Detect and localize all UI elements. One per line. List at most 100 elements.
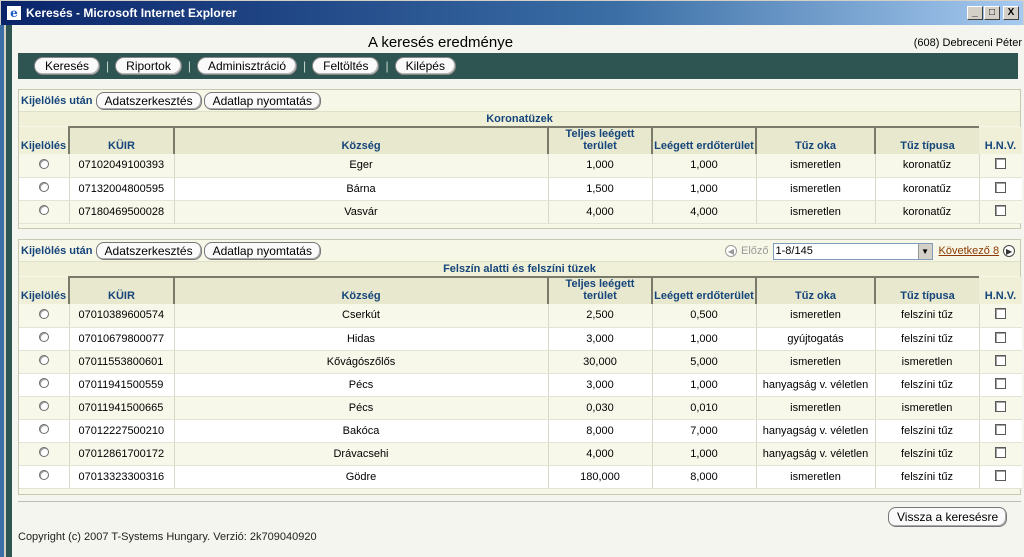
- row-select-radio[interactable]: [38, 308, 49, 319]
- cell-kozseg: Vasvár: [173, 200, 548, 224]
- cell-kuir: 07010389600574: [68, 304, 174, 328]
- cell-erdo: 5,000: [651, 350, 756, 374]
- cell-kozseg: Cserkút: [173, 304, 548, 328]
- felszini-panel: Kijelölés után Adatszerkesztés Adatlap n…: [18, 239, 1022, 495]
- row-select-radio[interactable]: [38, 332, 49, 342]
- nav-kilepes[interactable]: Kilépés: [394, 57, 456, 75]
- minimize-button[interactable]: _: [967, 6, 983, 20]
- cell-erdo: 0,500: [651, 304, 756, 328]
- hnv-checkbox[interactable]: [995, 377, 1007, 389]
- col-header-tipus[interactable]: Tűz típusa: [874, 126, 979, 154]
- cell-ok: gyújtogatás: [755, 327, 875, 351]
- nav-riportok[interactable]: Riportok: [115, 57, 182, 75]
- maximize-button[interactable]: □: [984, 6, 1000, 20]
- hnv-checkbox[interactable]: [995, 158, 1007, 170]
- cell-kozseg: Bakóca: [173, 419, 548, 443]
- hnv-cell: [978, 200, 1022, 224]
- hnv-checkbox[interactable]: [995, 181, 1007, 193]
- cell-terulet: 0,030: [547, 396, 652, 420]
- row-select-radio[interactable]: [38, 447, 49, 457]
- cell-tipus: felszíni tűz: [874, 465, 979, 489]
- row-select-radio[interactable]: [38, 424, 49, 434]
- hnv-checkbox[interactable]: [995, 469, 1007, 481]
- toolbar: Kijelölés után Adatszerkesztés Adatlap n…: [19, 240, 1020, 262]
- section-title: Koronatüzek: [19, 112, 1020, 126]
- next-page-icon[interactable]: ▶: [1003, 245, 1016, 257]
- cell-tipus: koronatűz: [874, 200, 979, 224]
- felszini-table: Kijelölés KÜIR Község Teljes leégett ter…: [19, 276, 1022, 489]
- nav-kereses[interactable]: Keresés: [34, 57, 101, 75]
- edit-data-button[interactable]: Adatszerkesztés: [95, 241, 202, 260]
- cell-kuir: 07132004800595: [68, 177, 174, 201]
- col-header-ok[interactable]: Tűz oka: [755, 126, 875, 154]
- col-header-hnv: H.N.V.: [979, 127, 1022, 154]
- hnv-checkbox[interactable]: [995, 204, 1007, 216]
- hnv-cell: [978, 396, 1022, 420]
- close-button[interactable]: X: [1003, 6, 1019, 20]
- cell-erdo: 4,000: [651, 200, 756, 224]
- row-select-radio[interactable]: [38, 205, 49, 215]
- cell-kuir: 07011941500665: [68, 396, 174, 420]
- select-cell: [19, 396, 69, 420]
- row-select-radio[interactable]: [38, 158, 49, 169]
- table-row: 07102049100393 Eger 1,000 1,000 ismeretlen ko…: [19, 154, 1022, 178]
- col-header-erdo[interactable]: Leégett erdőterület: [651, 276, 756, 304]
- cell-kuir: 07010679800077: [68, 327, 174, 351]
- hnv-checkbox[interactable]: [995, 354, 1007, 366]
- row-select-radio[interactable]: [38, 355, 49, 365]
- row-select-radio[interactable]: [38, 401, 49, 411]
- back-to-search-button[interactable]: Vissza a keresésre: [888, 507, 1008, 527]
- prev-page-link: Előző: [741, 245, 769, 257]
- col-header-terulet[interactable]: Teljes leégett terület: [547, 126, 652, 154]
- cell-kozseg: Eger: [173, 154, 548, 178]
- cell-kozseg: Kővágószőlős: [173, 350, 548, 374]
- nav-adminisztracio[interactable]: Adminisztráció: [196, 57, 297, 75]
- page-range-select[interactable]: 1-8/145 ▼: [772, 242, 933, 260]
- cell-terulet: 1,500: [547, 177, 652, 201]
- row-select-radio[interactable]: [38, 470, 49, 480]
- hnv-checkbox[interactable]: [995, 400, 1007, 412]
- cell-ok: ismeretlen: [755, 154, 875, 178]
- hnv-checkbox[interactable]: [995, 423, 1007, 435]
- hnv-checkbox[interactable]: [995, 308, 1007, 320]
- cell-erdo: 7,000: [651, 419, 756, 443]
- user-name: (608) Debreceni Péter: [913, 37, 1022, 49]
- edit-data-button[interactable]: Adatszerkesztés: [95, 91, 202, 110]
- row-select-radio[interactable]: [38, 182, 49, 192]
- cell-kuir: 07012861700172: [68, 442, 174, 466]
- hnv-checkbox[interactable]: [995, 331, 1007, 343]
- row-select-radio[interactable]: [38, 378, 49, 388]
- col-header-kozseg[interactable]: Község: [173, 126, 548, 154]
- hnv-cell: [978, 327, 1022, 351]
- table-row: 07012861700172 Drávacsehi 4,000 1,000 hanyag…: [19, 442, 1022, 466]
- hnv-checkbox[interactable]: [995, 446, 1007, 458]
- cell-kozseg: Gödre: [173, 465, 548, 489]
- col-header-ok[interactable]: Tűz oka: [755, 276, 875, 304]
- cell-terulet: 3,000: [547, 327, 652, 351]
- hnv-cell: [978, 373, 1022, 397]
- select-cell: [19, 419, 69, 443]
- col-header-kozseg[interactable]: Község: [173, 276, 548, 304]
- divider: [18, 501, 1021, 502]
- cell-erdo: 0,010: [651, 396, 756, 420]
- col-header-kuir[interactable]: KÜIR: [68, 126, 174, 154]
- select-cell: [19, 200, 69, 224]
- nav-separator: |: [385, 59, 389, 73]
- hnv-cell: [978, 419, 1022, 443]
- col-header-tipus[interactable]: Tűz típusa: [874, 276, 979, 304]
- cell-tipus: felszíni tűz: [874, 442, 979, 466]
- table-row: 07011941500559 Pécs 3,000 1,000 hanyagság v.…: [19, 373, 1022, 397]
- col-header-terulet[interactable]: Teljes leégett terület: [547, 276, 652, 304]
- col-header-select: Kijelölés: [19, 277, 69, 304]
- select-cell: [19, 177, 69, 201]
- chevron-down-icon[interactable]: ▼: [917, 243, 932, 259]
- print-sheet-button[interactable]: Adatlap nyomtatás: [203, 91, 321, 110]
- page-title: A keresés eredménye: [368, 34, 514, 51]
- cell-ok: ismeretlen: [755, 200, 875, 224]
- print-sheet-button[interactable]: Adatlap nyomtatás: [203, 241, 321, 260]
- toolbar-label: Kijelölés után: [21, 244, 93, 257]
- col-header-erdo[interactable]: Leégett erdőterület: [651, 126, 756, 154]
- col-header-kuir[interactable]: KÜIR: [68, 276, 174, 304]
- nav-feltoltes[interactable]: Feltöltés: [312, 57, 380, 75]
- next-page-link[interactable]: Következő 8: [939, 245, 1000, 257]
